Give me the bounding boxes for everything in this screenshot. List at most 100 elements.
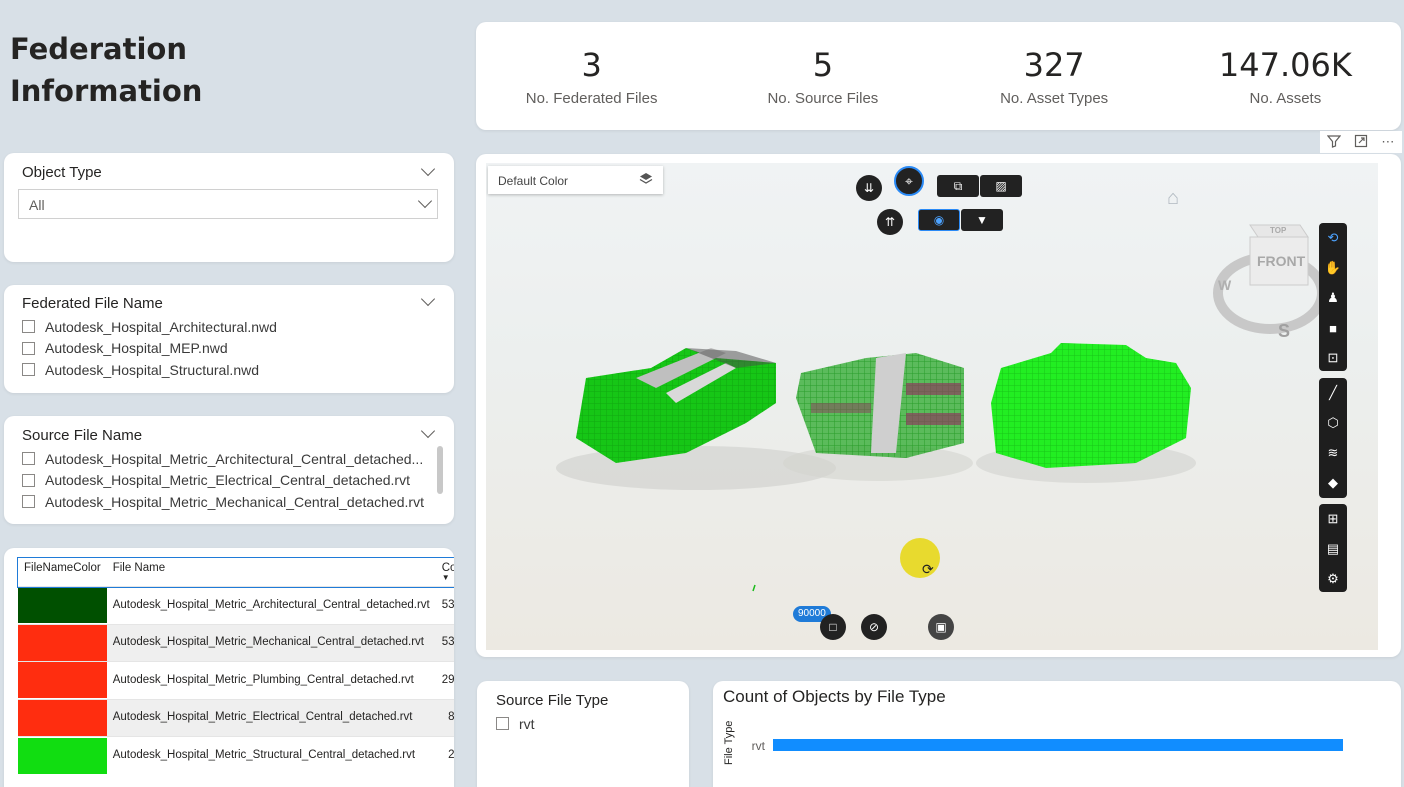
filter-icon[interactable] [1326,134,1341,151]
model-toolbar: ╱ ⬡ ≋ ◆ [1319,378,1347,498]
checkbox[interactable] [22,473,35,487]
kpi-value: 3 [581,45,602,84]
list-item[interactable]: Autodesk_Hospital_MEP.nwd [22,338,277,360]
section-button[interactable]: ⬡ [1319,408,1347,438]
table-row[interactable]: Autodesk_Hospital_Metric_Structural_Cent… [18,736,454,774]
chart-title: Count of Objects by File Type [723,687,946,706]
collapse-chevron-icon[interactable] [420,161,436,177]
checkbox[interactable] [496,717,509,731]
page-title-line1: Federation [10,32,187,66]
orbit-tool-button[interactable]: ⟲ [1319,223,1347,253]
color-swatch [18,661,107,699]
source-file-type-slicer: Source File Type rvt [477,681,689,787]
layers-button[interactable]: ≋ [1319,438,1347,468]
measure-button[interactable]: ╱ [1319,378,1347,408]
page-title: Federation Information [10,28,202,112]
table-row[interactable]: Autodesk_Hospital_Metric_Plumbing_Centra… [18,661,454,699]
objects-by-file-type-chart: Count of Objects by File Type File Type … [713,681,1401,787]
viewcube-front-label: FRONT [1257,253,1306,269]
settings-button[interactable]: ⚙ [1319,564,1347,594]
color-mode-value: Default Color [498,174,569,188]
model-viewer-canvas[interactable]: Default Color ⇊ ⌖ ⧉ ▨ ⇈ ◉ ▼ ⌂ TOP FRONT … [486,163,1378,650]
file-color-table-card: FileNameColor File Name Count ▼ Autodesk… [4,548,454,787]
list-item[interactable]: rvt [496,713,535,735]
collapse-up-button[interactable]: ⇈ [877,209,903,235]
properties-button[interactable]: ▤ [1319,534,1347,564]
kpi-value: 147.06K [1218,45,1352,84]
arrow-up-icon: ⇈ [884,215,896,229]
cube-icon: ◆ [1328,475,1338,490]
table-row[interactable]: Autodesk_Hospital_Metric_Architectural_C… [18,586,454,624]
list-item[interactable]: Autodesk_Hospital_Structural.nwd [22,359,277,381]
kpi-label: No. Assets [1249,89,1322,107]
viewer-filter-button[interactable]: ▼ [961,209,1003,231]
explode-button[interactable]: ◆ [1319,468,1347,498]
kpi-value: 5 [812,45,834,84]
count-cell: 29201 [435,661,454,699]
camera-tool-button[interactable]: ■ [1319,313,1347,343]
chart-plot: rvt [752,739,1343,753]
item-label: Autodesk_Hospital_Structural.nwd [45,361,260,378]
chevron-down-icon [417,193,433,209]
home-icon[interactable]: ⌂ [1167,187,1179,210]
zoom-window-button[interactable]: ⊡ [1319,343,1347,373]
kpi-source-files: 5 No. Source Files [707,22,938,130]
item-label: Autodesk_Hospital_Metric_Architectural_C… [45,450,424,467]
kpi-label: No. Asset Types [1000,89,1109,107]
copy-button[interactable]: ⧉ [937,175,979,197]
slicer-title: Federated File Name [22,295,163,312]
checkbox[interactable] [22,495,35,509]
count-cell: 8437 [435,698,454,737]
item-label: Autodesk_Hospital_Metric_Mechanical_Cent… [45,493,424,510]
sort-descending-icon: ▼ [441,573,450,582]
slicer-title: Source File Name [22,427,143,444]
list-item[interactable]: Autodesk_Hospital_Architectural.nwd [22,316,277,338]
item-label: Autodesk_Hospital_MEP.nwd [45,340,228,357]
list-item[interactable]: Autodesk_Hospital_Metric_Mechanical_Cent… [22,491,424,513]
compass-south-label: S [1278,321,1291,341]
hatch-button[interactable]: ▨ [980,175,1022,197]
pan-tool-button[interactable]: ✋ [1319,253,1347,283]
checkbox[interactable] [22,452,35,466]
collapse-down-button[interactable]: ⇊ [856,175,882,201]
target-button[interactable]: ⌖ [894,166,924,196]
kpi-federated-files: 3 No. Federated Files [476,22,707,130]
object-type-dropdown[interactable]: All [18,189,438,219]
collapse-chevron-icon[interactable] [420,423,436,439]
kpi-assets: 147.06K No. Assets [1170,22,1401,130]
settings-toolbar: ⊞ ▤ ⚙ [1319,504,1347,592]
table-row[interactable]: Autodesk_Hospital_Metric_Mechanical_Cent… [18,623,454,662]
select-mode-button[interactable]: ◉ [918,209,960,231]
checkbox[interactable] [22,363,35,377]
color-mode-dropdown[interactable]: Default Color [488,166,663,194]
focus-mode-icon[interactable] [1354,134,1368,151]
table-row[interactable]: Autodesk_Hospital_Metric_Electrical_Cent… [18,698,454,737]
walk-tool-button[interactable]: ♟ [1319,283,1347,313]
save-view-button[interactable]: ▣ [928,614,954,640]
orbit-icon: ⟲ [1327,230,1339,245]
more-options-icon[interactable]: ⋯ [1381,134,1395,150]
camera-icon: ■ [1329,320,1337,336]
stop-button[interactable]: □ [820,614,846,640]
model-browser-button[interactable]: ⊞ [1319,504,1347,534]
checkbox[interactable] [22,341,35,355]
architectural-model [576,348,776,463]
checkbox[interactable] [22,320,35,334]
column-header-count[interactable]: Count ▼ [436,558,454,587]
scrollbar[interactable] [437,446,443,494]
list-item[interactable]: Autodesk_Hospital_Metric_Architectural_C… [22,448,424,470]
save-icon: ▣ [935,620,947,634]
clear-filter-button[interactable]: ⊘ [861,614,887,640]
bar-rvt[interactable] [773,739,1343,751]
list-item[interactable]: Autodesk_Hospital_Metric_Electrical_Cent… [22,470,424,492]
view-cube[interactable]: TOP FRONT W S [1208,215,1328,345]
slicer-list: Autodesk_Hospital_Metric_Architectural_C… [22,448,424,513]
kpi-card: 3 No. Federated Files 5 No. Source Files… [476,22,1401,130]
kpi-asset-types: 327 No. Asset Types [939,22,1170,130]
color-swatch [18,586,107,624]
column-header-file-name[interactable]: File Name [107,558,436,587]
column-header-color[interactable]: FileNameColor [18,558,107,587]
cursor-highlight [900,538,940,578]
collapse-chevron-icon[interactable] [420,291,436,307]
properties-icon: ▤ [1326,541,1340,556]
